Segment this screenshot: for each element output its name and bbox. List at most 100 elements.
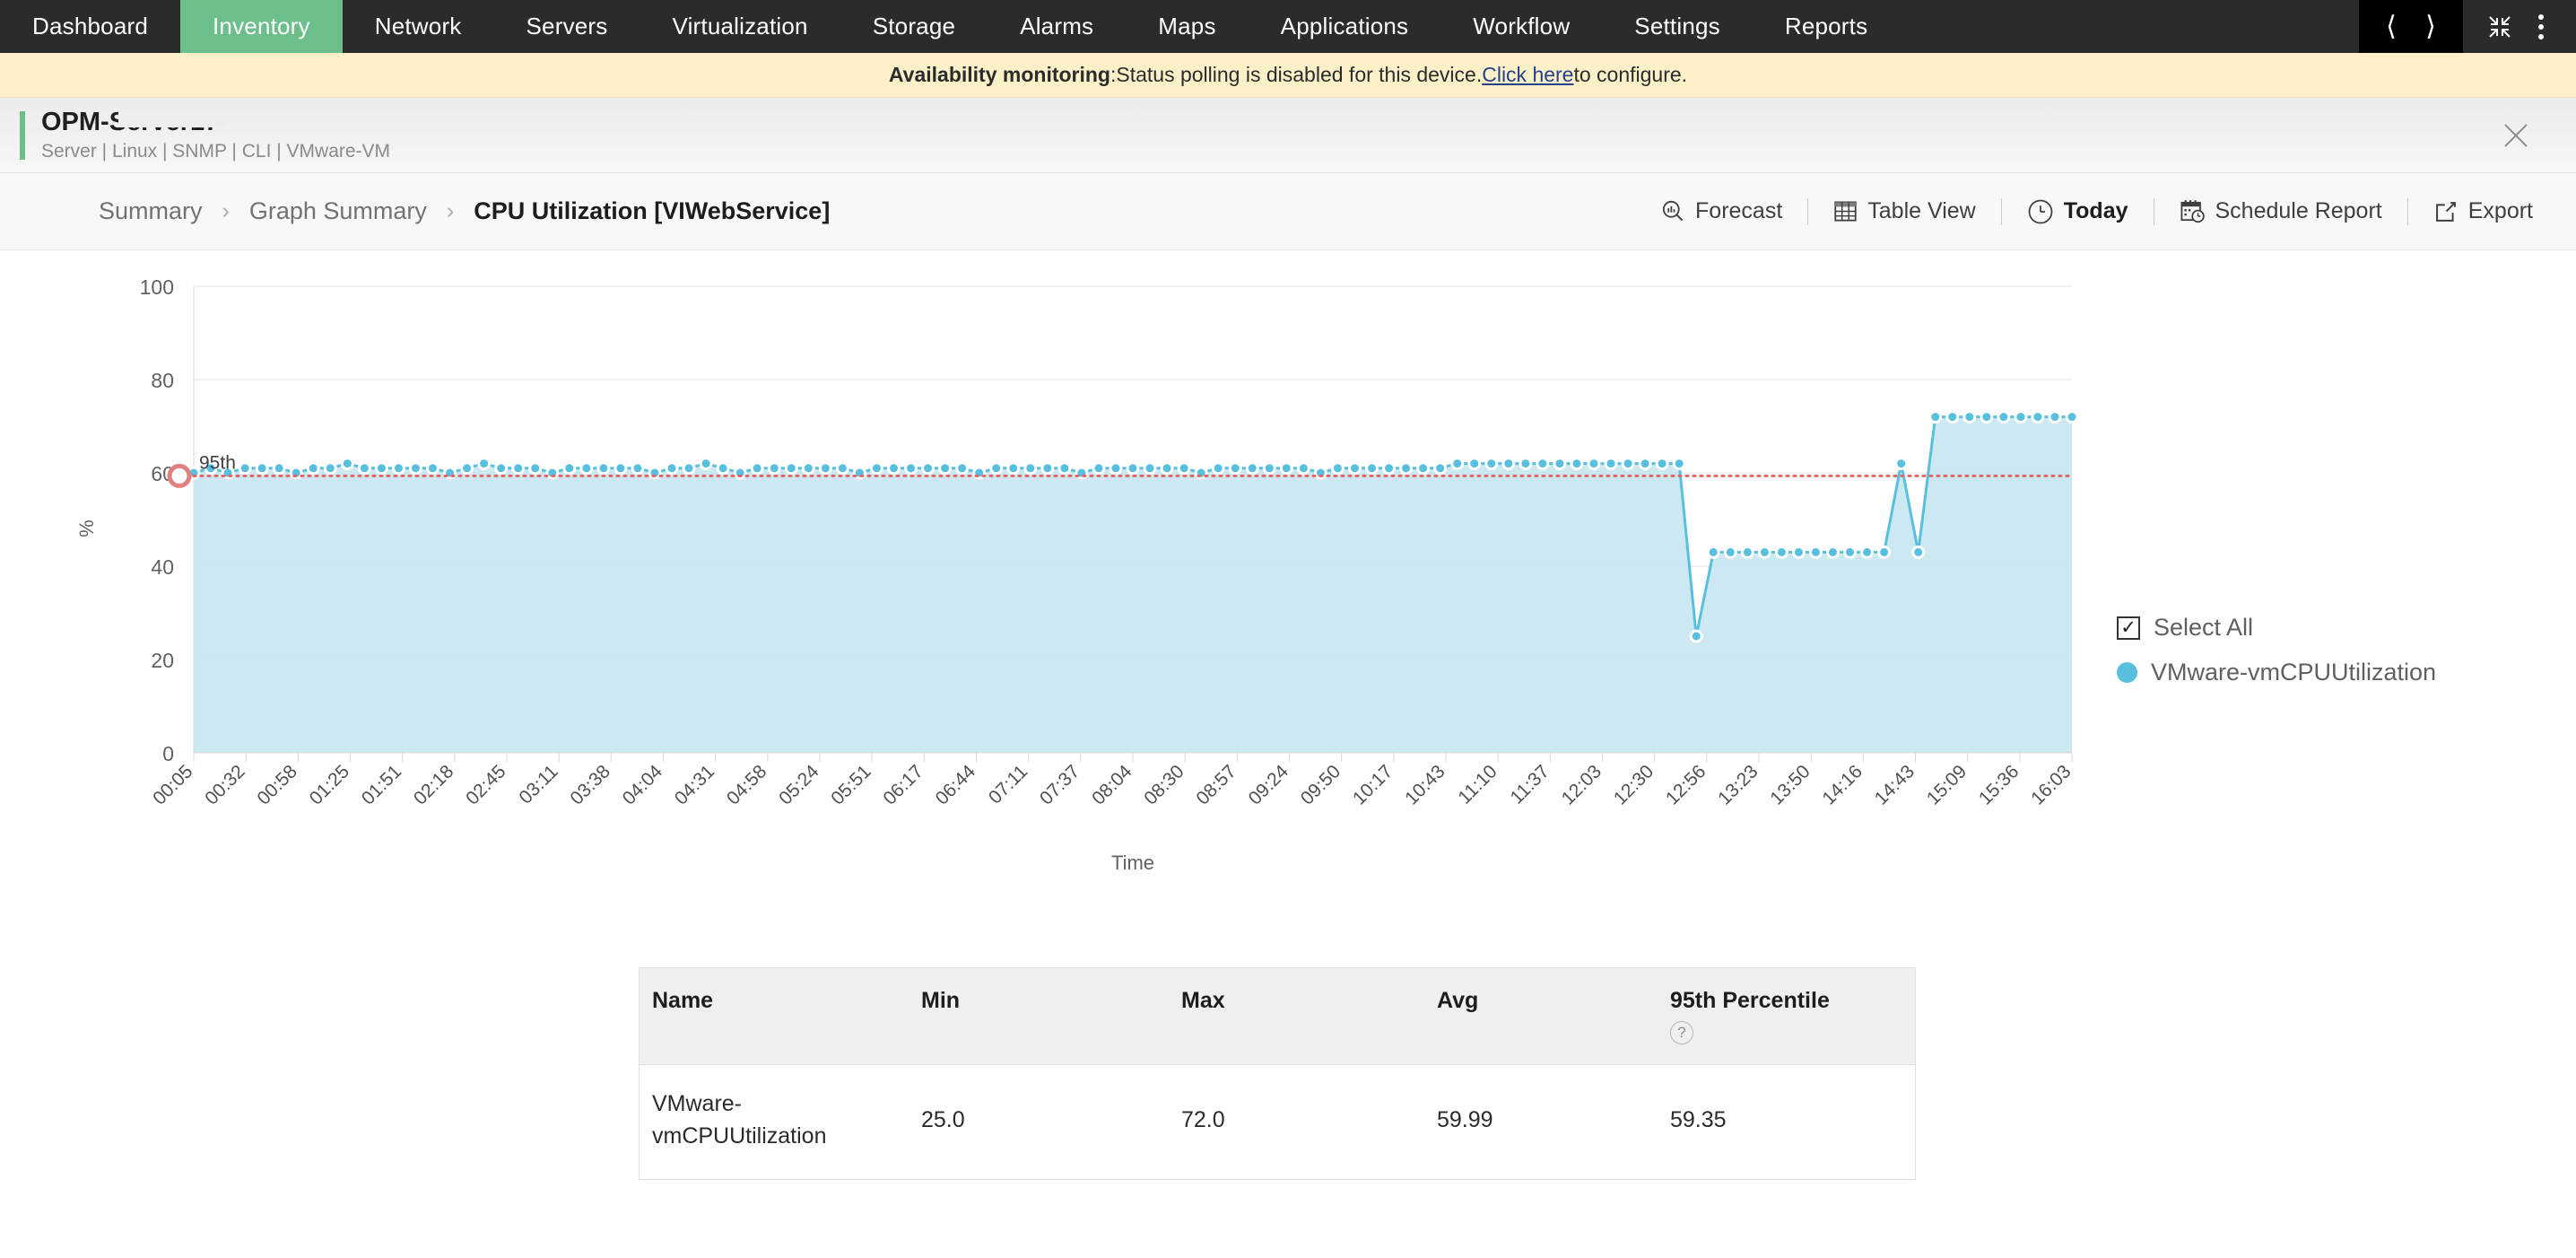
banner-configure-link[interactable]: Click here: [1482, 63, 1573, 87]
nav-item-reports[interactable]: Reports: [1753, 0, 1900, 53]
select-all-checkbox[interactable]: ✓: [2117, 616, 2140, 640]
svg-text:95th: 95th: [199, 452, 236, 473]
svg-text:02:45: 02:45: [462, 761, 509, 808]
nav-item-applications[interactable]: Applications: [1249, 0, 1441, 53]
cpu-utilization-chart[interactable]: 020406080100%95th00:05 00:32 00:58 01:25 01:…: [0, 250, 2576, 896]
forecast-icon: [1661, 199, 1685, 223]
chart-toolbar: Forecast Table View Today Schedule Repor…: [1658, 197, 2537, 225]
banner-title: Availability monitoring: [888, 63, 1110, 86]
top-navigation-bar: Dashboard Inventory Network Servers Virt…: [0, 0, 2576, 53]
cell-avg: 59.99: [1437, 1107, 1493, 1132]
svg-text:05:51: 05:51: [827, 761, 875, 808]
breadcrumb-separator: ›: [222, 198, 230, 223]
svg-text:09:24: 09:24: [1245, 761, 1293, 809]
text-selection-overlay: [118, 110, 226, 127]
svg-text:01:25: 01:25: [306, 761, 353, 808]
column-header-max: Max: [1169, 968, 1424, 1065]
chevron-right-icon[interactable]: ⟩: [2411, 0, 2450, 53]
device-header: OPM-Server17 Server | Linux | SNMP | CLI…: [0, 98, 2576, 173]
svg-text:40: 40: [151, 555, 174, 579]
svg-text:06:44: 06:44: [932, 761, 980, 809]
svg-text:14:16: 14:16: [1818, 761, 1866, 808]
today-button[interactable]: Today: [2023, 198, 2132, 225]
nav-item-settings[interactable]: Settings: [1602, 0, 1753, 53]
availability-warning-banner: Availability monitoring: Status polling …: [0, 53, 2576, 98]
series-label: VMware-vmCPUUtilization: [2151, 659, 2437, 686]
device-meta: Server | Linux | SNMP | CLI | VMware-VM: [41, 141, 391, 162]
nav-window-controls: [2463, 0, 2576, 53]
svg-text:0: 0: [162, 742, 174, 765]
column-header-avg: Avg: [1424, 968, 1658, 1065]
nav-item-servers[interactable]: Servers: [494, 0, 640, 53]
nav-item-inventory[interactable]: Inventory: [180, 0, 343, 53]
collapse-icon[interactable]: [2479, 0, 2520, 53]
svg-text:80: 80: [151, 369, 174, 392]
svg-text:05:24: 05:24: [775, 761, 823, 809]
breadcrumb-item-graph-summary[interactable]: Graph Summary: [249, 197, 427, 225]
svg-text:10:43: 10:43: [1401, 761, 1449, 808]
svg-text:02:18: 02:18: [410, 761, 457, 808]
nav-item-maps[interactable]: Maps: [1126, 0, 1248, 53]
forecast-button[interactable]: Forecast: [1658, 198, 1786, 224]
device-status-bar: [20, 110, 25, 160]
toolbar-divider: [1807, 197, 1809, 225]
more-vertical-icon[interactable]: [2520, 0, 2562, 53]
svg-text:10:17: 10:17: [1349, 761, 1397, 808]
series-color-dot: [2117, 662, 2137, 683]
nav-item-virtualization[interactable]: Virtualization: [640, 0, 840, 53]
svg-text:08:30: 08:30: [1140, 761, 1188, 808]
svg-text:04:58: 04:58: [723, 761, 770, 808]
svg-text:13:23: 13:23: [1714, 761, 1762, 808]
nav-item-dashboard[interactable]: Dashboard: [0, 0, 180, 53]
svg-text:00:32: 00:32: [201, 761, 248, 808]
schedule-report-button[interactable]: Schedule Report: [2176, 198, 2386, 224]
banner-message-tail: to configure.: [1573, 63, 1688, 86]
breadcrumb-item-current: CPU Utilization [VIWebService]: [474, 197, 831, 224]
svg-text:11:37: 11:37: [1507, 761, 1553, 808]
svg-text:03:11: 03:11: [515, 761, 561, 808]
breadcrumb-item-summary[interactable]: Summary: [99, 197, 203, 225]
chart-area: 0 20 40 60 80 100% 95th 00:05 00:32 00:58 01:25 01:…: [0, 250, 2576, 896]
svg-text:15:36: 15:36: [1975, 761, 2023, 808]
nav-item-alarms[interactable]: Alarms: [988, 0, 1126, 53]
svg-text:%: %: [75, 520, 98, 537]
help-icon[interactable]: ?: [1670, 1021, 1693, 1044]
nav-item-workflow[interactable]: Workflow: [1440, 0, 1602, 53]
export-button[interactable]: Export: [2430, 198, 2537, 224]
legend-select-all[interactable]: ✓ Select All: [2117, 614, 2436, 642]
statistics-table: Name Min Max Avg 95th Percentile ? VMwar…: [639, 967, 1916, 1180]
table-row: VMware-vmCPUUtilization 25.0 72.0 59.99 …: [640, 1065, 1915, 1180]
nav-history-controls: ⟨ ⟩: [2359, 0, 2463, 53]
nav-item-storage[interactable]: Storage: [840, 0, 988, 53]
calendar-clock-icon: [2180, 198, 2206, 224]
svg-text:12:56: 12:56: [1662, 761, 1710, 808]
forecast-label: Forecast: [1695, 198, 1783, 223]
table-header-row: Name Min Max Avg 95th Percentile ?: [640, 968, 1915, 1065]
breadcrumb-separator: ›: [446, 198, 455, 223]
cell-name: VMware-vmCPUUtilization: [652, 1091, 827, 1149]
svg-text:12:03: 12:03: [1558, 761, 1606, 808]
svg-text:00:58: 00:58: [253, 761, 300, 808]
export-icon: [2433, 199, 2459, 224]
svg-text:14:43: 14:43: [1871, 761, 1919, 808]
clock-icon: [2027, 198, 2054, 225]
svg-text:20: 20: [151, 649, 174, 672]
toolbar-divider: [2000, 197, 2002, 225]
p95-label: 95th Percentile: [1670, 988, 1830, 1013]
today-label: Today: [2063, 198, 2128, 223]
svg-text:07:11: 07:11: [985, 761, 1031, 808]
table-view-button[interactable]: Table View: [1830, 198, 1979, 224]
device-title-block: OPM-Server17 Server | Linux | SNMP | CLI…: [41, 108, 390, 162]
cell-max: 72.0: [1181, 1107, 1225, 1132]
svg-text:04:04: 04:04: [619, 761, 667, 809]
nav-item-network[interactable]: Network: [343, 0, 494, 53]
svg-text:04:31: 04:31: [671, 761, 718, 808]
column-header-p95: 95th Percentile ?: [1658, 968, 1915, 1065]
select-all-label: Select All: [2154, 614, 2254, 641]
legend-series-vmware-cpu[interactable]: VMware-vmCPUUtilization: [2117, 659, 2436, 686]
cell-p95: 59.35: [1670, 1107, 1727, 1132]
svg-text:12:30: 12:30: [1610, 761, 1658, 808]
close-icon[interactable]: [2497, 117, 2535, 154]
chevron-left-icon[interactable]: ⟨: [2371, 0, 2411, 53]
